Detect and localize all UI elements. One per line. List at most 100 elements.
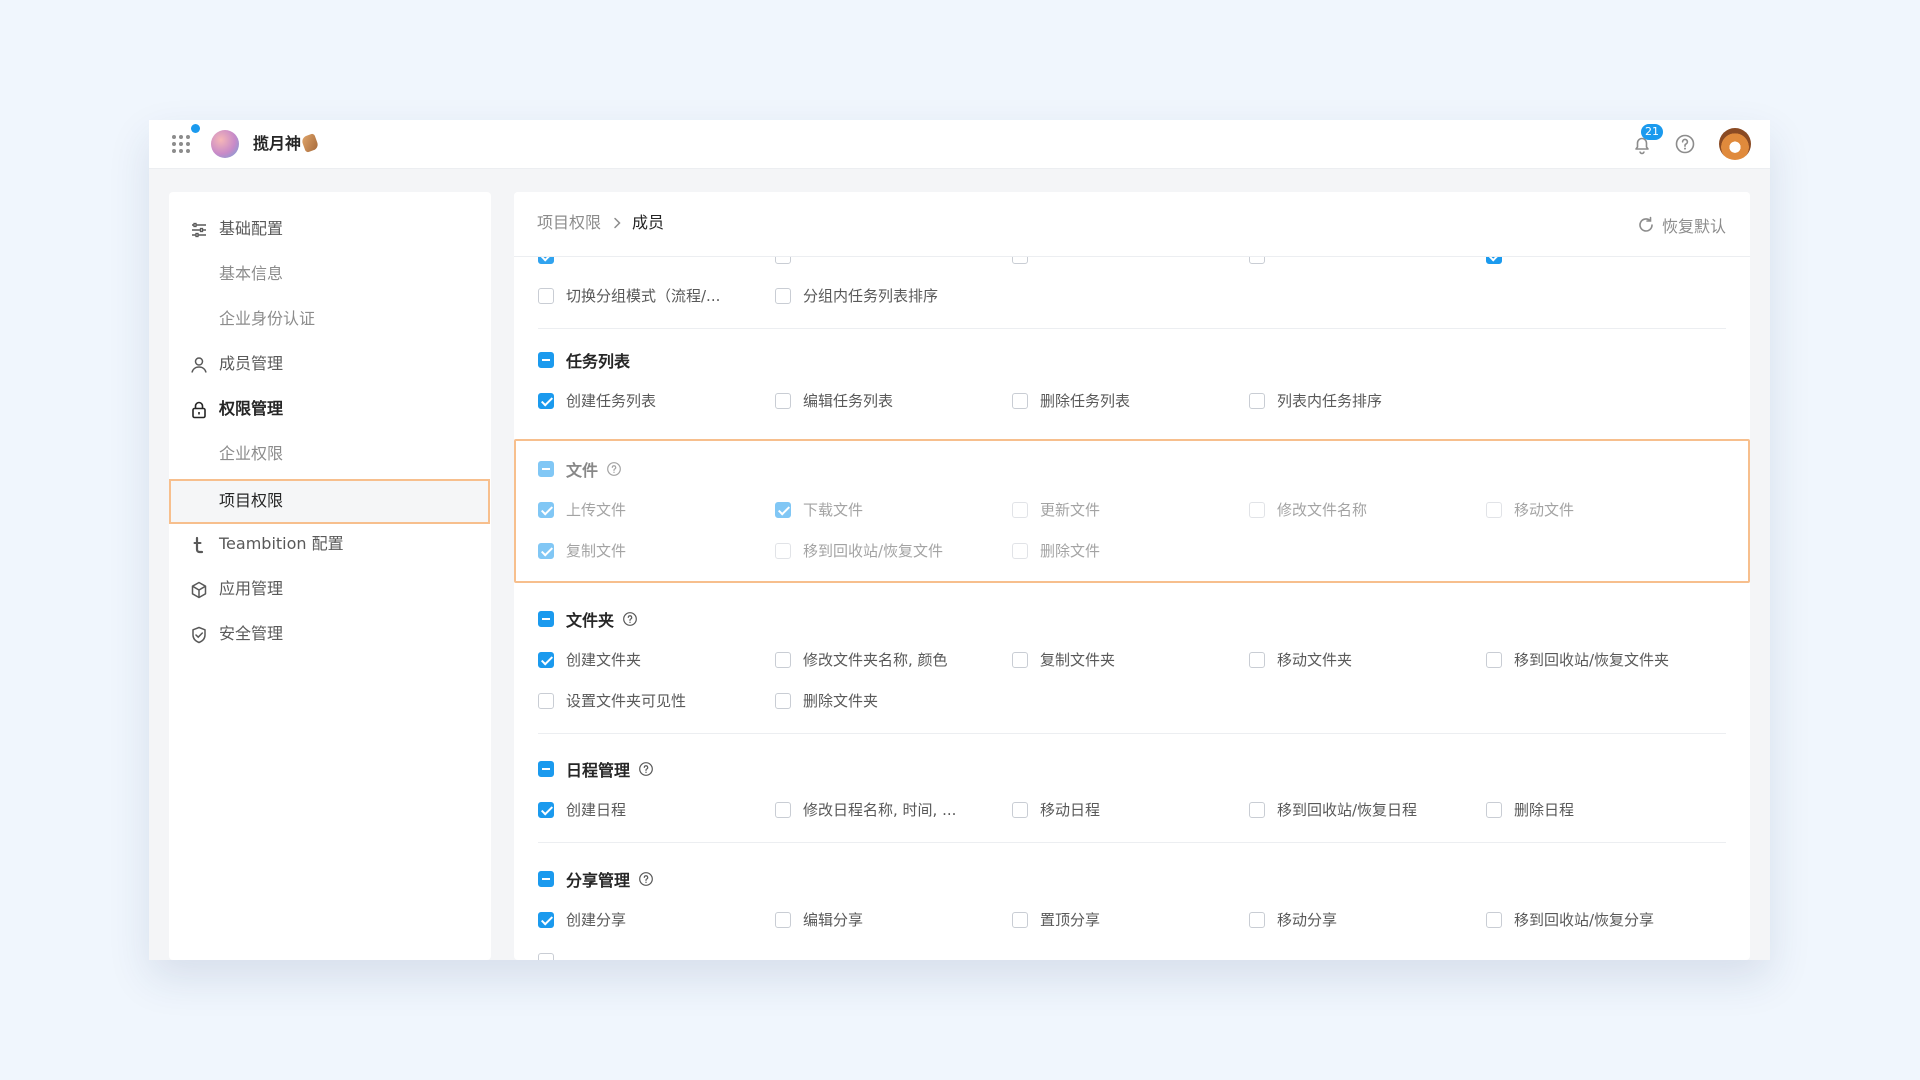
breadcrumb-parent[interactable]: 项目权限 <box>537 212 601 234</box>
checkbox[interactable] <box>1486 912 1502 928</box>
permission-item[interactable]: 移动分享 <box>1249 909 1337 931</box>
sidebar-item-basic-config[interactable]: 基础配置 <box>169 207 491 252</box>
checkbox[interactable] <box>538 288 554 304</box>
permission-item[interactable]: 移到回收站/恢复分享 <box>1486 909 1654 931</box>
permission-item[interactable]: 分组内任务列表排序 <box>775 285 938 307</box>
checkbox[interactable] <box>538 393 554 409</box>
permission-item[interactable]: 移到回收站/恢复文件 <box>775 540 943 562</box>
sidebar-item-project-permissions[interactable]: 项目权限 <box>169 479 490 524</box>
permission-item[interactable]: 创建日程 <box>538 799 626 821</box>
checkbox[interactable] <box>1249 502 1265 518</box>
checkbox[interactable] <box>775 693 791 709</box>
sidebar-item-permissions[interactable]: 权限管理 <box>169 387 491 432</box>
org-avatar[interactable] <box>211 130 239 158</box>
checkbox[interactable] <box>775 912 791 928</box>
permission-item[interactable]: 置顶分享 <box>1012 909 1100 931</box>
section-divider <box>538 842 1726 843</box>
section-header-folder[interactable]: 文件夹 <box>538 608 638 630</box>
question-circle-icon[interactable] <box>638 761 654 777</box>
permission-item[interactable]: 删除任务列表 <box>1012 390 1130 412</box>
checkbox[interactable] <box>1249 912 1265 928</box>
checkbox[interactable] <box>1012 393 1028 409</box>
checkbox[interactable] <box>775 288 791 304</box>
permission-item[interactable]: 修改文件夹名称, 颜色 <box>775 649 948 671</box>
checkbox[interactable] <box>775 652 791 668</box>
checkbox[interactable] <box>775 393 791 409</box>
permission-item[interactable]: 修改日程名称, 时间, ... <box>775 799 956 821</box>
question-circle-icon[interactable] <box>638 871 654 887</box>
question-circle-icon[interactable] <box>622 611 638 627</box>
permission-label: 复制文件 <box>566 542 627 560</box>
sidebar-item-apps[interactable]: 应用管理 <box>169 567 491 612</box>
checkbox[interactable] <box>1249 652 1265 668</box>
permission-item[interactable]: 复制文件 <box>538 540 626 562</box>
section-header-schedule[interactable]: 日程管理 <box>538 758 654 780</box>
permission-item[interactable]: 复制文件夹 <box>1012 649 1115 671</box>
reset-default-button[interactable]: 恢复默认 <box>1636 214 1726 236</box>
checkbox[interactable] <box>1012 912 1028 928</box>
sidebar-item-basic-info[interactable]: 基本信息 <box>169 252 491 297</box>
checkbox[interactable] <box>1486 802 1502 818</box>
permission-item[interactable] <box>538 950 566 960</box>
checkbox[interactable] <box>538 912 554 928</box>
permission-item[interactable]: 移到回收站/恢复日程 <box>1249 799 1417 821</box>
checkbox[interactable] <box>538 543 554 559</box>
checkbox[interactable] <box>1012 502 1028 518</box>
checkbox[interactable] <box>775 502 791 518</box>
sidebar-item-identity[interactable]: 企业身份认证 <box>169 297 491 342</box>
checkbox[interactable] <box>538 953 554 960</box>
permission-item[interactable]: 创建分享 <box>538 909 626 931</box>
checkbox[interactable] <box>1249 393 1265 409</box>
checkbox[interactable] <box>1486 652 1502 668</box>
permission-item[interactable]: 移动文件 <box>1486 499 1574 521</box>
permission-item[interactable]: 编辑分享 <box>775 909 863 931</box>
sidebar-item-members[interactable]: 成员管理 <box>169 342 491 387</box>
permission-label: 设置文件夹可见性 <box>566 692 687 710</box>
section-header-share[interactable]: 分享管理 <box>538 868 654 890</box>
help-icon[interactable] <box>1674 133 1696 155</box>
permission-item[interactable]: 创建文件夹 <box>538 649 641 671</box>
checkbox[interactable] <box>538 502 554 518</box>
checkbox[interactable] <box>1012 652 1028 668</box>
question-circle-icon[interactable] <box>606 461 622 477</box>
checkbox[interactable] <box>538 693 554 709</box>
checkbox[interactable] <box>1012 802 1028 818</box>
permission-item[interactable]: 更新文件 <box>1012 499 1100 521</box>
permission-item[interactable]: 列表内任务排序 <box>1249 390 1382 412</box>
checkbox[interactable] <box>1486 502 1502 518</box>
section-checkbox[interactable] <box>538 871 554 887</box>
sidebar-item-security[interactable]: 安全管理 <box>169 612 491 657</box>
permission-item[interactable]: 创建任务列表 <box>538 390 656 412</box>
section-checkbox[interactable] <box>538 611 554 627</box>
permission-item[interactable]: 移动文件夹 <box>1249 649 1352 671</box>
checkbox[interactable] <box>775 543 791 559</box>
permission-item[interactable]: 修改文件名称 <box>1249 499 1367 521</box>
permission-item[interactable]: 移到回收站/恢复文件夹 <box>1486 649 1669 671</box>
permission-label: 修改文件名称 <box>1277 501 1368 519</box>
permission-item[interactable]: 移动日程 <box>1012 799 1100 821</box>
checkbox[interactable] <box>1012 543 1028 559</box>
section-header-task-list[interactable]: 任务列表 <box>538 349 630 371</box>
section-checkbox[interactable] <box>538 352 554 368</box>
permission-item[interactable]: 编辑任务列表 <box>775 390 893 412</box>
section-checkbox[interactable] <box>538 761 554 777</box>
org-name[interactable]: 揽月神 <box>253 132 320 156</box>
permission-item[interactable]: 删除文件夹 <box>775 690 878 712</box>
checkbox[interactable] <box>538 652 554 668</box>
user-avatar[interactable] <box>1719 128 1751 160</box>
apps-grid-icon[interactable] <box>172 135 190 153</box>
permission-item[interactable]: 下载文件 <box>775 499 863 521</box>
sidebar-item-enterprise-permissions[interactable]: 企业权限 <box>169 432 491 477</box>
sidebar-item-teambition[interactable]: Teambition 配置 <box>169 522 491 567</box>
permission-item[interactable]: 删除日程 <box>1486 799 1574 821</box>
permission-label: 创建文件夹 <box>566 651 642 669</box>
section-checkbox[interactable] <box>538 461 554 477</box>
checkbox[interactable] <box>1249 802 1265 818</box>
permission-item[interactable]: 切换分组模式（流程/... <box>538 285 720 307</box>
checkbox[interactable] <box>538 802 554 818</box>
permission-item[interactable]: 删除文件 <box>1012 540 1100 562</box>
checkbox[interactable] <box>775 802 791 818</box>
permission-item[interactable]: 设置文件夹可见性 <box>538 690 686 712</box>
permission-item[interactable]: 上传文件 <box>538 499 626 521</box>
section-header-file[interactable]: 文件 <box>538 458 622 480</box>
